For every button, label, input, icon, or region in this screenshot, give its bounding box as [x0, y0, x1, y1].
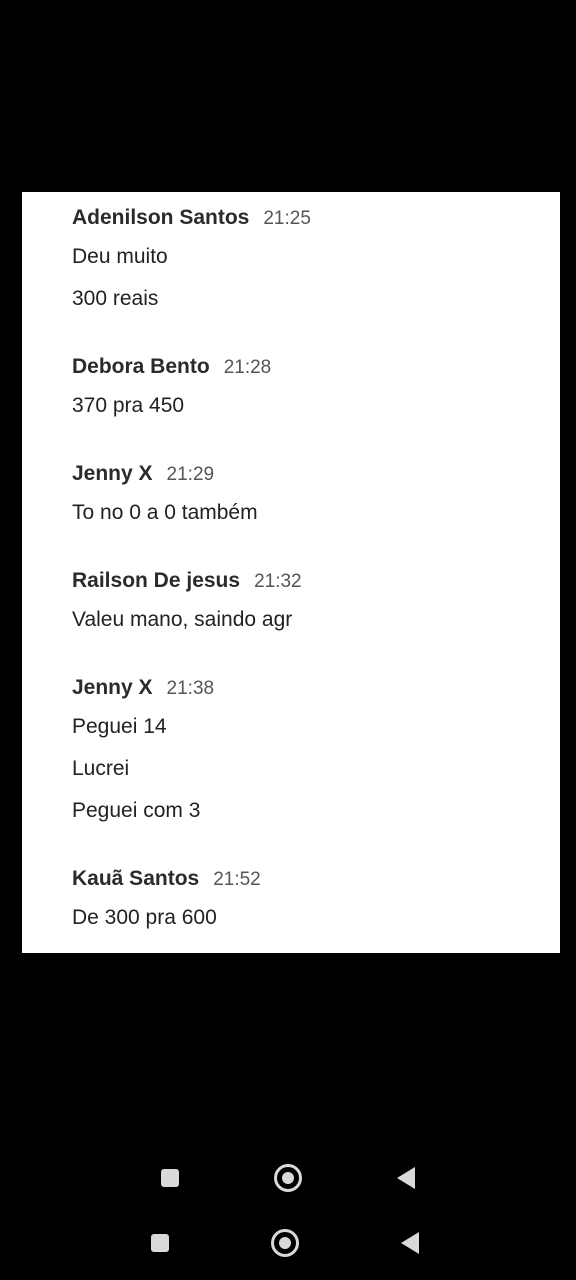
chat-card: Adenilson Santos 21:25 Deu muito 300 rea…: [22, 192, 560, 953]
message-time: 21:52: [213, 869, 261, 890]
message-time: 21:32: [254, 571, 302, 592]
message-time: 21:28: [223, 357, 272, 378]
message-header: Adenilson Santos 21:25: [72, 206, 532, 236]
message-group: Adenilson Santos 21:25 Deu muito 300 rea…: [72, 206, 532, 320]
message-text[interactable]: Peguei 14: [72, 706, 532, 748]
message-time: 21:38: [166, 678, 215, 699]
message-text[interactable]: Valeu mano, saindo agr: [72, 599, 532, 641]
navigation-bar: [0, 1158, 576, 1198]
sender-name[interactable]: Jenny X: [72, 462, 153, 486]
message-group: Debora Bento 21:28 370 pra 450: [72, 355, 532, 427]
message-text[interactable]: 300 reais: [72, 278, 532, 320]
sender-name[interactable]: Jenny X: [72, 676, 153, 700]
sender-name[interactable]: Debora Bento: [72, 355, 210, 379]
circle-icon[interactable]: [271, 1229, 299, 1257]
message-group: Jenny X 21:38 Peguei 14 Lucrei Peguei co…: [72, 676, 532, 832]
square-icon[interactable]: [161, 1169, 179, 1187]
message-text[interactable]: Lucrei: [72, 748, 532, 790]
message-header: Jenny X 21:38: [72, 676, 532, 706]
message-header: Jenny X 21:29: [72, 462, 532, 492]
message-header: Debora Bento 21:28: [72, 355, 532, 385]
message-text[interactable]: To no 0 a 0 também: [72, 492, 532, 534]
message-time: 21:29: [166, 464, 215, 485]
message-group: Jenny X 21:29 To no 0 a 0 também: [72, 462, 532, 534]
message-text[interactable]: Deu muito: [72, 236, 532, 278]
message-text[interactable]: 370 pra 450: [72, 385, 532, 427]
triangle-back-icon[interactable]: [397, 1167, 415, 1189]
circle-icon[interactable]: [274, 1164, 302, 1192]
message-group: Kauã Santos 21:52 De 300 pra 600: [72, 867, 532, 939]
sender-name[interactable]: Kauã Santos: [72, 867, 199, 891]
sender-name[interactable]: Adenilson Santos: [72, 206, 249, 230]
message-header: Railson De jesus 21:32: [72, 569, 532, 599]
triangle-back-icon[interactable]: [401, 1232, 419, 1254]
sender-name[interactable]: Railson De jesus: [72, 569, 240, 593]
square-icon[interactable]: [151, 1234, 169, 1252]
message-text[interactable]: Peguei com 3: [72, 790, 532, 832]
message-group: Railson De jesus 21:32 Valeu mano, saind…: [72, 569, 532, 641]
navigation-bar: [0, 1223, 576, 1263]
message-time: 21:25: [263, 208, 311, 229]
message-header: Kauã Santos 21:52: [72, 867, 532, 897]
message-text[interactable]: De 300 pra 600: [72, 897, 532, 939]
